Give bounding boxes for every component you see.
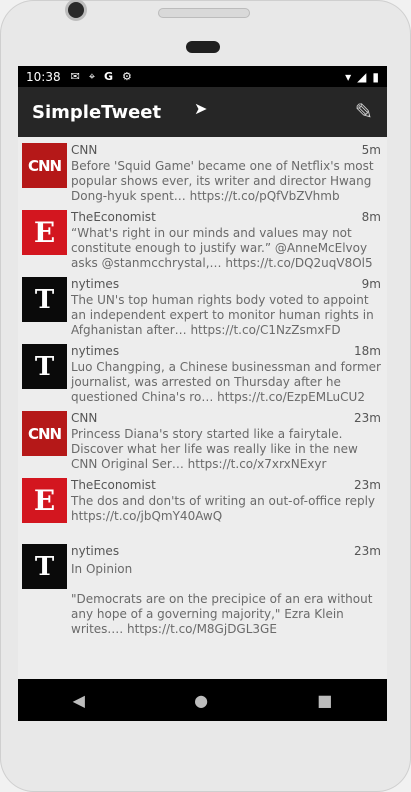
front-camera bbox=[68, 2, 84, 18]
tweet-text: The UN's top human rights body voted to … bbox=[71, 293, 374, 337]
status-bar: 10:38 ✉ ⌖ G ⚙ ▾ ◢ ▮ bbox=[18, 66, 387, 87]
tweet-time: 23m bbox=[354, 411, 381, 425]
tweet-time: 9m bbox=[361, 277, 381, 291]
tweet-username[interactable]: nytimes bbox=[71, 277, 119, 291]
screen: 10:38 ✉ ⌖ G ⚙ ▾ ◢ ▮ SimpleTweet ➤ ✎ CNN … bbox=[18, 66, 387, 721]
tweet-item[interactable]: T nytimes 9m The UN's top human rights b… bbox=[18, 275, 387, 342]
compose-button[interactable]: ✎ bbox=[355, 100, 373, 125]
avatar[interactable]: T bbox=[22, 544, 67, 589]
tweet-header: TheEconomist 8m bbox=[71, 210, 383, 224]
settings-icon: ⚙ bbox=[122, 70, 132, 83]
avatar[interactable]: T bbox=[22, 344, 67, 389]
tweet-item[interactable]: E TheEconomist 8m “What's right in our m… bbox=[18, 208, 387, 275]
tweet-username[interactable]: TheEconomist bbox=[71, 478, 156, 492]
tweet-username[interactable]: nytimes bbox=[71, 344, 119, 358]
tweet-text: Luo Changping, a Chinese businessman and… bbox=[71, 360, 381, 404]
gmail-icon: ✉ bbox=[70, 70, 80, 83]
mouse-cursor-icon: ➤ bbox=[194, 99, 208, 118]
tweet-item[interactable]: T nytimes 23m In Opinion "Democrats are … bbox=[18, 542, 387, 641]
tweet-username[interactable]: CNN bbox=[71, 411, 97, 425]
tweet-username[interactable]: nytimes bbox=[71, 544, 119, 558]
tweet-item[interactable]: CNN CNN 5m Before 'Squid Game' became on… bbox=[18, 141, 387, 208]
app-title: SimpleTweet bbox=[32, 101, 162, 123]
tweet-item[interactable]: E TheEconomist 23m The dos and don'ts of… bbox=[18, 476, 387, 542]
back-icon[interactable]: ◀ bbox=[73, 691, 85, 710]
tweet-time: 23m bbox=[354, 478, 381, 492]
wifi-icon: ▾ bbox=[345, 69, 352, 84]
recents-icon[interactable]: ■ bbox=[317, 691, 332, 710]
signal-icon: ◢ bbox=[357, 69, 367, 84]
status-time: 10:38 bbox=[26, 69, 61, 84]
tweet-header: CNN 5m bbox=[71, 143, 383, 157]
google-icon: G bbox=[104, 70, 114, 83]
tweet-text: Before 'Squid Game' became one of Netfli… bbox=[71, 159, 374, 203]
avatar[interactable]: CNN bbox=[22, 143, 67, 188]
system-nav-bar: ◀ ● ■ bbox=[18, 679, 387, 721]
tweet-username[interactable]: CNN bbox=[71, 143, 97, 157]
status-right: ▾ ◢ ▮ bbox=[345, 70, 379, 84]
tweet-item[interactable]: CNN CNN 23m Princess Diana's story start… bbox=[18, 409, 387, 476]
tweet-header: nytimes 9m bbox=[71, 277, 383, 291]
top-speaker-grill bbox=[158, 8, 250, 18]
tweet-header: nytimes 23m bbox=[71, 544, 383, 558]
tweet-header: nytimes 18m bbox=[71, 344, 383, 358]
tweet-text: “What's right in our minds and values ma… bbox=[71, 226, 373, 270]
tweet-item[interactable]: T nytimes 18m Luo Changping, a Chinese b… bbox=[18, 342, 387, 409]
home-icon[interactable]: ● bbox=[194, 691, 208, 710]
tweet-header: TheEconomist 23m bbox=[71, 478, 383, 492]
tweet-username[interactable]: TheEconomist bbox=[71, 210, 156, 224]
phone-frame: 10:38 ✉ ⌖ G ⚙ ▾ ◢ ▮ SimpleTweet ➤ ✎ CNN … bbox=[0, 0, 411, 792]
tweet-text: Princess Diana's story started like a fa… bbox=[71, 427, 358, 471]
avatar[interactable]: E bbox=[22, 478, 67, 523]
app-bar: SimpleTweet ➤ ✎ bbox=[18, 87, 387, 137]
avatar[interactable]: E bbox=[22, 210, 67, 255]
tweet-text: The dos and don'ts of writing an out-of-… bbox=[71, 494, 376, 523]
avatar[interactable]: T bbox=[22, 277, 67, 322]
tweet-time: 5m bbox=[361, 143, 381, 157]
tweet-time: 8m bbox=[361, 210, 381, 224]
location-icon: ⌖ bbox=[88, 69, 96, 83]
avatar[interactable]: CNN bbox=[22, 411, 67, 456]
tweet-header: CNN 23m bbox=[71, 411, 383, 425]
tweet-text: In Opinion "Democrats are on the precipi… bbox=[71, 562, 373, 636]
earpiece bbox=[186, 41, 220, 53]
pencil-icon: ✎ bbox=[354, 99, 373, 125]
tweet-time: 23m bbox=[354, 544, 381, 558]
tweet-timeline[interactable]: CNN CNN 5m Before 'Squid Game' became on… bbox=[18, 137, 387, 641]
tweet-time: 18m bbox=[354, 344, 381, 358]
battery-icon: ▮ bbox=[372, 69, 379, 84]
